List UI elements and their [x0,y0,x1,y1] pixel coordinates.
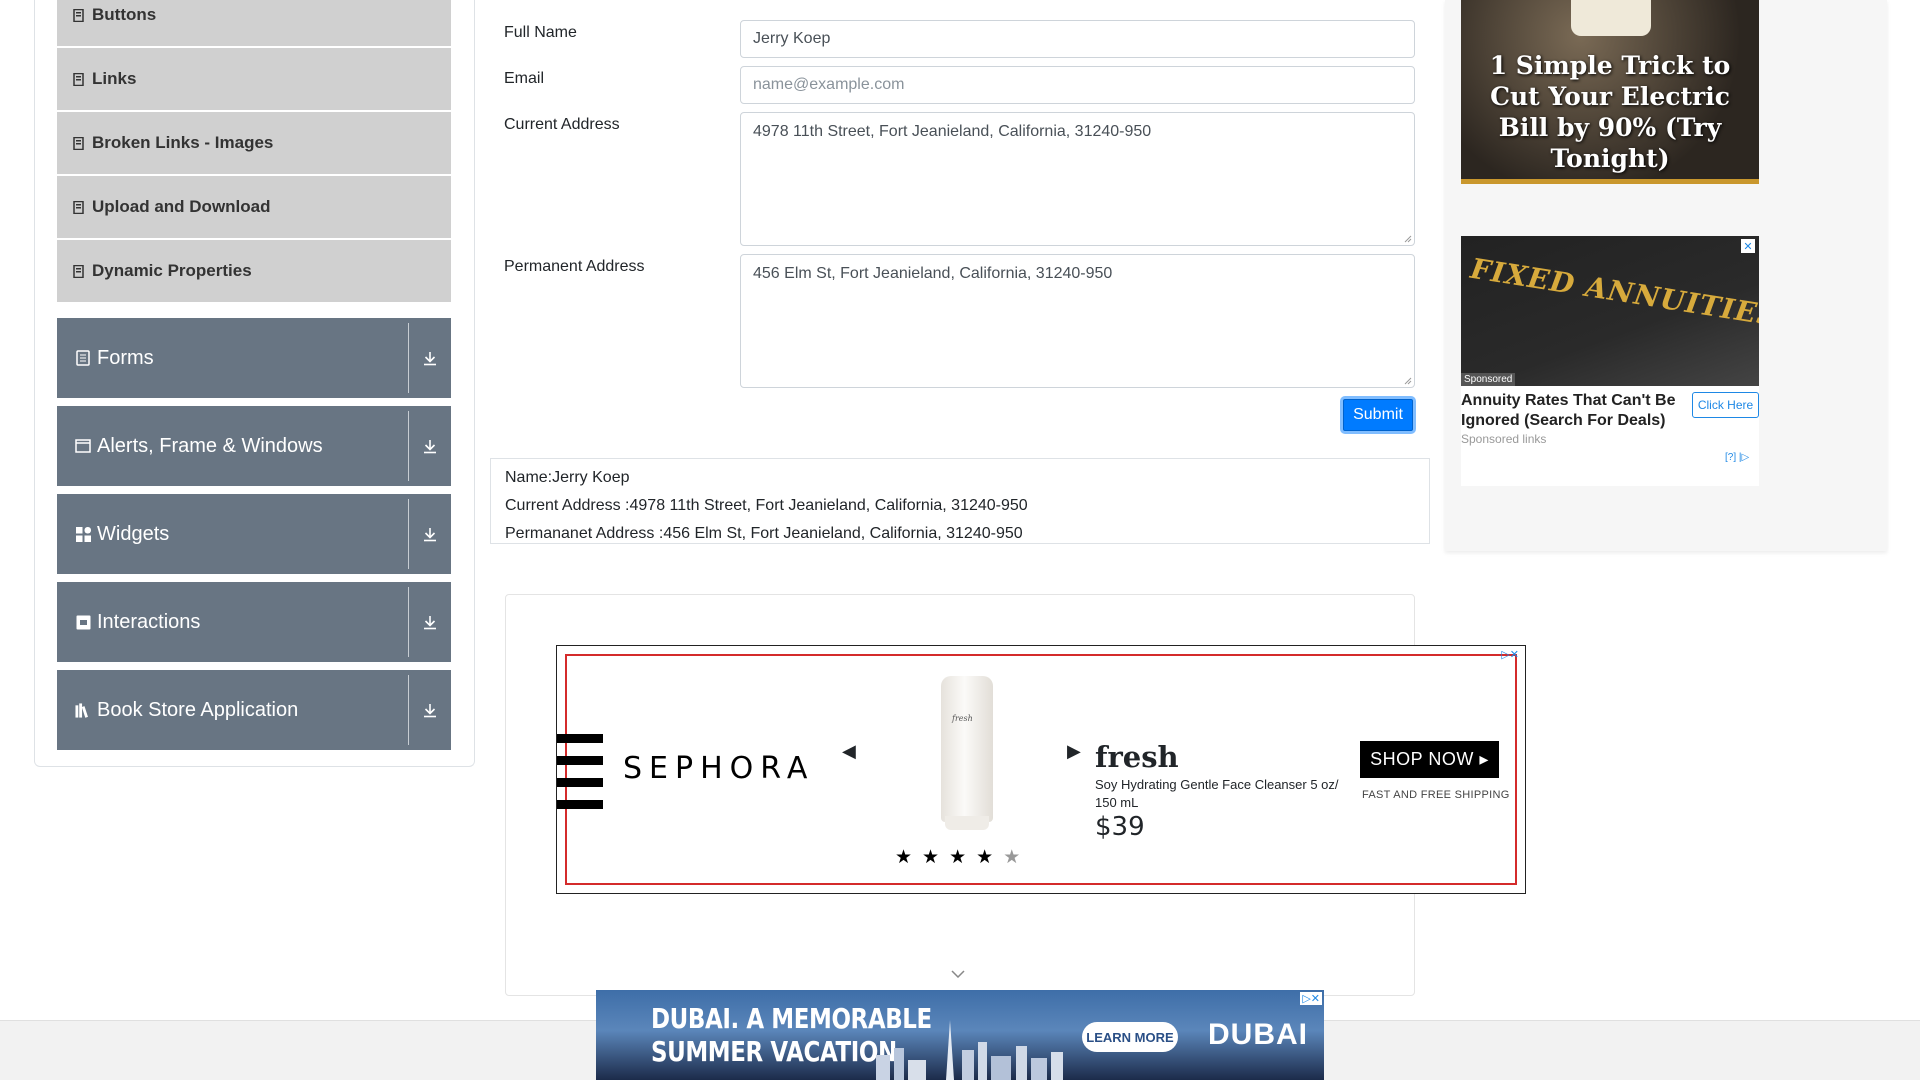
ad-choices-icon[interactable]: ▷✕ [1501,648,1519,661]
annuities-image-text: FIXED ANNUITIES [1468,251,1759,334]
download-arrow-icon[interactable] [409,406,451,486]
current-address-label: Current Address [504,116,620,133]
interactions-icon [75,614,91,630]
ad-headline[interactable]: Annuity Rates That Can't Be Ignored (Sea… [1461,391,1693,431]
ad-choices-icon[interactable]: ▷✕ [1300,992,1322,1005]
sidebar-item-links[interactable]: Links [57,48,451,110]
permanent-address-textarea[interactable]: 456 Elm St, Fort Jeanieland, California,… [740,254,1415,388]
output-name: Name:Jerry Koep [505,469,630,486]
close-icon[interactable]: ✕ [1741,239,1755,253]
product-price: $39 [1095,812,1145,842]
permanent-address-text: 456 Elm St, Fort Jeanieland, California,… [753,265,1113,282]
download-arrow-icon[interactable] [409,670,451,750]
download-arrow-icon[interactable] [409,494,451,574]
ad-title: 1 Simple Trick to Cut Your Electric Bill… [1489,51,1731,173]
permanent-address-label: Permanent Address [504,258,645,275]
group-label: Book Store Application [97,698,299,721]
element-icon [72,8,84,22]
output-permanent-address: Permananet Address :456 Elm St, Fort Jea… [505,525,1023,542]
sidebar-panel: Buttons Links Broken Links - Images Uplo… [34,0,475,767]
download-arrow-icon[interactable] [409,582,451,662]
download-arrow-icon[interactable] [409,318,451,398]
star-icon: ★ [1003,847,1031,868]
sidebar-group-book-store[interactable]: Book Store Application [57,670,451,750]
product-cap [945,816,989,830]
sidebar-item-label: Links [92,69,137,88]
carousel-prev-icon[interactable]: ◀ [842,741,856,762]
sephora-logo: SEPHORA [623,751,815,786]
current-address-textarea[interactable]: 4978 11th Street, Fort Jeanieland, Calif… [740,112,1415,246]
sponsored-links: Sponsored links [1461,432,1547,446]
product-brand: fresh [1095,740,1179,774]
sidebar-group-widgets[interactable]: Widgets [57,494,451,574]
sidebar-item-label: Dynamic Properties [92,261,252,280]
outlet-image [1571,0,1651,36]
full-name-input[interactable]: Jerry Koep [740,20,1415,58]
group-label: Forms [97,346,154,369]
full-name-label: Full Name [504,24,577,41]
resize-handle-icon[interactable] [1404,377,1412,385]
sidebar-group-alerts[interactable]: Alerts, Frame & Windows [57,406,451,486]
ad-info-text: [?] | [1725,452,1742,463]
form-icon [75,350,91,366]
click-here-button[interactable]: Click Here [1692,392,1759,418]
star-icon: ★ [949,847,977,868]
product-image [941,676,993,822]
sponsored-tag: Sponsored [1461,373,1516,386]
group-label: Widgets [97,522,170,545]
product-tube-brand: fresh [952,714,973,723]
right-ad-panel: 1 Simple Trick to Cut Your Electric Bill… [1445,0,1887,551]
group-label: Interactions [97,610,201,633]
books-icon [75,702,91,718]
annuities-ad-image[interactable]: FIXED ANNUITIES ✕ Sponsored [1461,236,1759,386]
star-icon: ★ [895,847,923,868]
star-icon: ★ [976,847,1004,868]
learn-more-button[interactable]: LEARN MORE [1082,1022,1178,1052]
window-icon [75,438,91,454]
sidebar-item-label: Buttons [92,5,157,24]
chevron-down-icon[interactable] [951,970,965,978]
email-input[interactable]: name@example.com [740,66,1415,104]
element-icon [72,264,84,278]
element-icon [72,72,84,86]
shipping-text: FAST AND FREE SHIPPING [1362,789,1510,801]
star-icon: ★ [922,847,950,868]
dubai-ad[interactable]: DUBAI. A MEMORABLE SUMMER VACATION LEARN… [596,990,1324,1080]
resize-handle-icon[interactable] [1404,235,1412,243]
output-box: Name:Jerry Koep Current Address :4978 11… [490,458,1430,544]
sephora-stripes [557,734,603,810]
email-label: Email [504,70,545,87]
carousel-next-icon[interactable]: ▶ [1067,741,1081,762]
sephora-ad[interactable]: SEPHORA ◀ fresh ★★★★★ ▶ fresh Soy Hydrat… [556,645,1526,894]
dubai-logo: DUBAI [1208,1018,1308,1051]
ad-info[interactable]: [?] |▷ [1725,452,1749,463]
element-icon [72,136,84,150]
current-address-text: 4978 11th Street, Fort Jeanieland, Calif… [753,123,1152,140]
group-label: Alerts, Frame & Windows [97,434,323,457]
sidebar-item-dynamic-properties[interactable]: Dynamic Properties [57,240,451,302]
sidebar-item-label: Broken Links - Images [92,133,274,152]
shop-now-button[interactable]: SHOP NOW ▸ [1360,741,1499,778]
sidebar-item-label: Upload and Download [92,197,271,216]
sidebar-group-interactions[interactable]: Interactions [57,582,451,662]
sidebar-item-broken-links[interactable]: Broken Links - Images [57,112,451,174]
rating-stars: ★★★★★ [895,846,1030,869]
skyline-image [876,1020,1063,1080]
widgets-icon [75,526,91,542]
output-current-address: Current Address :4978 11th Street, Fort … [505,497,1028,514]
electric-bill-ad[interactable]: 1 Simple Trick to Cut Your Electric Bill… [1461,0,1759,184]
ad-choices-icon[interactable]: ▷ [1742,452,1750,463]
sidebar-item-buttons[interactable]: Buttons [57,0,451,46]
product-description: Soy Hydrating Gentle Face Cleanser 5 oz/… [1095,777,1339,810]
sidebar-item-upload-download[interactable]: Upload and Download [57,176,451,238]
element-icon [72,200,84,214]
submit-button[interactable]: Submit [1340,396,1416,434]
sidebar-group-forms[interactable]: Forms [57,318,451,398]
